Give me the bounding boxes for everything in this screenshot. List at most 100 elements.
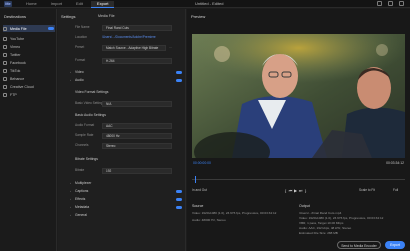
timecode-end: 00:03:34:12 xyxy=(386,161,404,165)
fullscreen-icon[interactable] xyxy=(399,1,404,6)
chevron-right-icon[interactable]: › xyxy=(70,189,71,194)
file-name-label: File Name xyxy=(75,25,90,29)
destination-vimeo[interactable]: Vimeo xyxy=(3,43,55,50)
chevron-right-icon[interactable]: › xyxy=(70,70,71,75)
basic-video-label: Basic Video Settings xyxy=(75,101,105,105)
progress-icon[interactable] xyxy=(388,1,393,6)
audio-format-label: Audio Format xyxy=(75,123,95,127)
top-right-controls xyxy=(377,1,404,6)
tab-home[interactable]: Home xyxy=(20,1,43,8)
timecode-start: 00:00:00:00 xyxy=(193,161,211,165)
group-multiplexer[interactable]: Multiplexer xyxy=(75,181,91,186)
group-video[interactable]: Video xyxy=(75,70,84,75)
file-name-input[interactable]: Final Rand Cuts xyxy=(102,25,172,31)
preview-panel: Preview 00:00:00:00 00:03:34:12 In and O… xyxy=(187,9,410,251)
bitrate-settings-heading: Bitrate Settings xyxy=(75,157,98,161)
file-icon xyxy=(3,26,7,31)
video-preview[interactable] xyxy=(192,34,405,158)
effects-toggle[interactable] xyxy=(176,198,182,201)
send-to-media-encoder-button[interactable]: Send to Media Encoder xyxy=(337,241,381,249)
format-select[interactable]: H.264 xyxy=(102,58,172,64)
destination-creative-cloud[interactable]: Creative Cloud xyxy=(3,83,55,90)
fit-select[interactable]: Scale to Fit xyxy=(359,188,393,192)
destination-youtube[interactable]: YouTube xyxy=(3,35,55,42)
video-toggle[interactable] xyxy=(176,71,182,74)
captions-toggle[interactable] xyxy=(176,190,182,193)
destination-toggle[interactable] xyxy=(48,27,54,30)
workspace-icon[interactable] xyxy=(377,1,382,6)
audio-toggle[interactable] xyxy=(176,79,182,82)
location-link[interactable]: /Users/.../Documents/Adobe/Premiere xyxy=(102,35,156,40)
location-label: Location xyxy=(75,35,88,39)
destinations-title: Destinations xyxy=(4,14,27,19)
destination-twitter[interactable]: Twitter xyxy=(3,51,55,58)
tab-export[interactable]: Export xyxy=(90,1,115,8)
group-audio[interactable]: Audio xyxy=(75,78,84,83)
group-effects[interactable]: Effects xyxy=(75,197,85,202)
destination-media-file[interactable]: Media File xyxy=(3,25,55,32)
output-line: Audio: AAC, 192 kbps, 48 kHz, Stereo xyxy=(299,226,352,230)
sample-rate-label: Sample Rate xyxy=(75,133,94,137)
preset-select[interactable]: Match Source - Adaptive High Bitrate xyxy=(102,45,166,51)
preset-menu-icon[interactable]: ⋯ xyxy=(169,44,172,50)
source-line: Audio: 48000 Hz, Stereo xyxy=(192,218,226,222)
metadata-toggle[interactable] xyxy=(176,206,182,209)
destinations-panel: Destinations Media File YouTube Vimeo Tw… xyxy=(0,9,57,251)
settings-subtab: Media File xyxy=(98,14,115,18)
destination-label: Twitter xyxy=(10,52,21,57)
ftp-icon xyxy=(3,92,7,97)
playback-controls: In and Out { ⏮ ▶ ⏭ } Scale to Fit Full xyxy=(192,185,405,195)
output-line: Estimated File Size: 288 MB xyxy=(299,231,338,235)
top-nav: Home Import Edit Export xyxy=(20,1,115,8)
playhead[interactable] xyxy=(195,176,196,183)
tab-import[interactable]: Import xyxy=(45,1,68,8)
destination-behance[interactable]: Behance xyxy=(3,75,55,82)
destination-label: Media File xyxy=(10,26,27,31)
group-general[interactable]: General xyxy=(75,213,87,218)
output-title: Output xyxy=(299,204,310,208)
vimeo-icon xyxy=(3,44,7,49)
group-captions[interactable]: Captions xyxy=(75,189,88,194)
destination-label: Facebook xyxy=(10,60,26,65)
chevron-right-icon[interactable]: › xyxy=(70,181,71,186)
channels-label: Channels xyxy=(75,143,89,147)
destination-facebook[interactable]: Facebook xyxy=(3,59,55,66)
destination-label: Vimeo xyxy=(10,44,21,49)
destination-tiktok[interactable]: TikTok xyxy=(3,67,55,74)
tab-edit[interactable]: Edit xyxy=(70,1,89,8)
video-frame-image xyxy=(192,34,405,158)
chevron-right-icon[interactable]: › xyxy=(70,205,71,210)
mark-out-icon[interactable]: } xyxy=(303,188,308,193)
tiktok-icon xyxy=(3,68,7,73)
format-label: Format xyxy=(75,58,86,62)
audio-format-select[interactable]: AAC xyxy=(102,123,172,129)
destination-ftp[interactable]: FTP xyxy=(3,91,55,98)
behance-icon xyxy=(3,76,7,81)
range-select[interactable]: In and Out xyxy=(192,188,232,192)
export-button[interactable]: Export xyxy=(385,241,405,249)
basic-video-select[interactable]: N/A xyxy=(102,101,172,107)
settings-panel: Settings Media File File Name Final Rand… xyxy=(58,9,186,251)
chevron-right-icon[interactable]: › xyxy=(70,213,71,218)
sample-rate-select[interactable]: 48000 Hz xyxy=(102,133,172,139)
destination-label: Behance xyxy=(10,76,25,81)
twitter-icon xyxy=(3,52,7,57)
facebook-icon xyxy=(3,60,7,65)
creative-cloud-icon xyxy=(3,84,7,89)
youtube-icon xyxy=(3,36,7,41)
chevron-right-icon[interactable]: › xyxy=(70,197,71,202)
group-metadata[interactable]: Metadata xyxy=(75,205,89,210)
bitrate-select[interactable]: 192 xyxy=(102,168,172,174)
settings-title: Settings xyxy=(61,14,76,19)
video-format-settings-heading: Video Format Settings xyxy=(75,90,109,94)
output-line: VBR, 1 pass, Target 10.00 Mbps xyxy=(299,221,344,225)
zoom-select[interactable]: Full xyxy=(393,188,405,192)
chevron-right-icon[interactable]: › xyxy=(70,78,71,83)
output-line: /Users/.../Final Rand Cuts.mp4 xyxy=(299,211,342,215)
source-line: Video: 1920x1080 (1.0), 23.976 fps, Prog… xyxy=(192,211,277,215)
document-title: Untitled - Edited xyxy=(195,1,224,6)
scrub-bar[interactable] xyxy=(192,176,405,183)
output-line: Video: 1920x1080 (1.0), 23.976 fps, Prog… xyxy=(299,216,384,220)
channels-select[interactable]: Stereo xyxy=(102,143,172,149)
destination-label: Creative Cloud xyxy=(10,84,34,89)
